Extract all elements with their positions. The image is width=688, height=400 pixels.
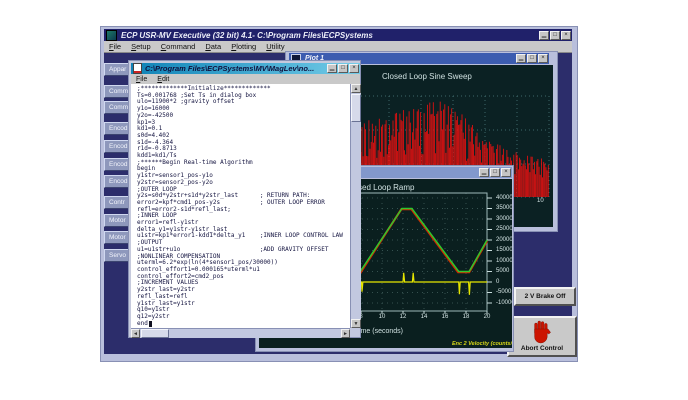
text-caret <box>149 321 152 327</box>
vertical-scrollbar[interactable]: ▲ ▼ <box>350 84 361 328</box>
sidebar-button-comm-2[interactable]: Comm <box>104 101 129 114</box>
sidebar-button-appar-0[interactable]: Appar <box>104 63 129 76</box>
x-tick-label: 10 <box>378 314 386 320</box>
maximize-button[interactable]: □ <box>490 168 500 177</box>
y-tick-label: 20000 <box>496 236 512 243</box>
minimize-button[interactable]: ▁ <box>516 54 526 63</box>
sidebar-button-motor-9[interactable]: Motor <box>104 231 129 244</box>
stop-hand-icon <box>534 320 551 344</box>
x-tick-label: 12 <box>399 314 407 320</box>
document-icon <box>133 63 142 74</box>
code-text-area[interactable]: ;*************Initialize************* Ts… <box>131 84 350 328</box>
x-tick-label: 14 <box>420 314 428 320</box>
menu-item-plotting[interactable]: Plotting <box>226 42 261 51</box>
close-button[interactable]: × <box>501 168 511 177</box>
y-tick-label: 10000 <box>496 257 512 264</box>
abort-control-panel[interactable]: Abort Control <box>507 316 577 357</box>
scroll-down-icon[interactable]: ▼ <box>351 319 361 328</box>
menu-item-edit[interactable]: Edit <box>152 76 174 83</box>
y-tick-label: 0 <box>496 278 500 285</box>
app-title: ECP USR-MV Executive (32 bit) 4.1- C:\Pr… <box>121 30 373 40</box>
sidebar-button-encod-5[interactable]: Encod <box>104 158 129 171</box>
horizontal-scrollbar[interactable]: ◄ ► <box>131 328 350 338</box>
vertical-scroll-thumb[interactable] <box>351 94 361 122</box>
editor-window: C:\Program Files\ECPSystems\MV\MagLev\no… <box>128 60 361 338</box>
main-window-controls: ▁ □ × <box>539 30 572 40</box>
sidebar-button-motor-8[interactable]: Motor <box>104 214 129 227</box>
sweep-chart-title: Closed Loop Sine Sweep <box>382 72 472 81</box>
horizontal-scroll-thumb[interactable] <box>141 329 169 338</box>
desktop: ECP USR-MV Executive (32 bit) 4.1- C:\Pr… <box>0 0 688 400</box>
sidebar-panel: Appar Comm Comm Encod Encod Encod Encod Contr Mo… <box>104 57 129 307</box>
editor-menubar: File Edit <box>131 74 360 84</box>
minimize-button[interactable]: ▁ <box>327 64 337 73</box>
x-tick-label: 16 <box>441 314 449 320</box>
y-tick-label: -5000 <box>496 289 512 295</box>
menu-item-setup[interactable]: Setup <box>126 42 156 51</box>
sidebar-button-encod-3[interactable]: Encod <box>104 122 129 135</box>
y-tick-label: 35000 <box>496 205 512 211</box>
editor-window-controls: ▁ □ × <box>327 64 360 73</box>
maximize-button[interactable]: □ <box>527 54 537 63</box>
legend-velocity: Enc 2 Velocity (counts/s) <box>452 341 512 347</box>
brake-button[interactable]: 2 V Brake Off <box>514 287 576 306</box>
abort-control-label: Abort Control <box>520 345 564 352</box>
menu-item-file[interactable]: File <box>104 42 126 51</box>
maximize-button[interactable]: □ <box>338 64 348 73</box>
y-tick-label: 15000 <box>496 247 512 253</box>
ramp-window-controls: ▁ □ × <box>479 168 512 177</box>
menu-item-command[interactable]: Command <box>156 42 201 51</box>
sidebar-button-contr-7[interactable]: Contr <box>104 196 129 209</box>
sidebar-button-encod-6[interactable]: Encod <box>104 175 129 188</box>
scrollbar-corner <box>350 328 360 337</box>
plot1-window-controls: ▁ □ × <box>516 54 549 63</box>
close-button[interactable]: × <box>538 54 548 63</box>
minimize-button[interactable]: ▁ <box>539 30 549 40</box>
sidebar-button-encod-4[interactable]: Encod <box>104 140 129 153</box>
maximize-button[interactable]: □ <box>550 30 560 40</box>
menu-item-utility[interactable]: Utility <box>261 42 289 51</box>
ramp-x-axis-label: Time (seconds) <box>355 328 403 335</box>
x-tick-label: 20 <box>483 314 491 320</box>
x-tick-label: 18 <box>462 314 470 320</box>
y-tick-label: 5000 <box>496 268 510 274</box>
editor-titlebar[interactable]: C:\Program Files\ECPSystems\MV\MagLev\no… <box>131 63 360 74</box>
code-text: ;*************Initialize************* Ts… <box>137 85 343 327</box>
close-button[interactable]: × <box>561 30 571 40</box>
sidebar-button-comm-1[interactable]: Comm <box>104 85 129 98</box>
main-titlebar[interactable]: ECP USR-MV Executive (32 bit) 4.1- C:\Pr… <box>104 29 572 41</box>
scroll-left-icon[interactable]: ◄ <box>131 329 140 338</box>
y-tick-label: 40000 <box>496 194 512 201</box>
y-tick-label: 25000 <box>496 226 512 232</box>
editor-title: C:\Program Files\ECPSystems\MV\MagLev\no… <box>145 64 315 73</box>
minimize-button[interactable]: ▁ <box>479 168 489 177</box>
y-tick-label: 30000 <box>496 215 512 222</box>
menu-item-file[interactable]: File <box>131 76 152 83</box>
scroll-right-icon[interactable]: ► <box>341 329 350 338</box>
menu-item-data[interactable]: Data <box>200 42 226 51</box>
close-button[interactable]: × <box>349 64 359 73</box>
sweep-x-tick-label: 10 <box>537 198 544 204</box>
y-tick-label: -10000 <box>496 299 512 306</box>
trace <box>354 272 487 295</box>
sidebar-button-servo-10[interactable]: Servo <box>104 249 129 262</box>
scroll-up-icon[interactable]: ▲ <box>351 84 361 93</box>
app-icon <box>106 29 117 41</box>
